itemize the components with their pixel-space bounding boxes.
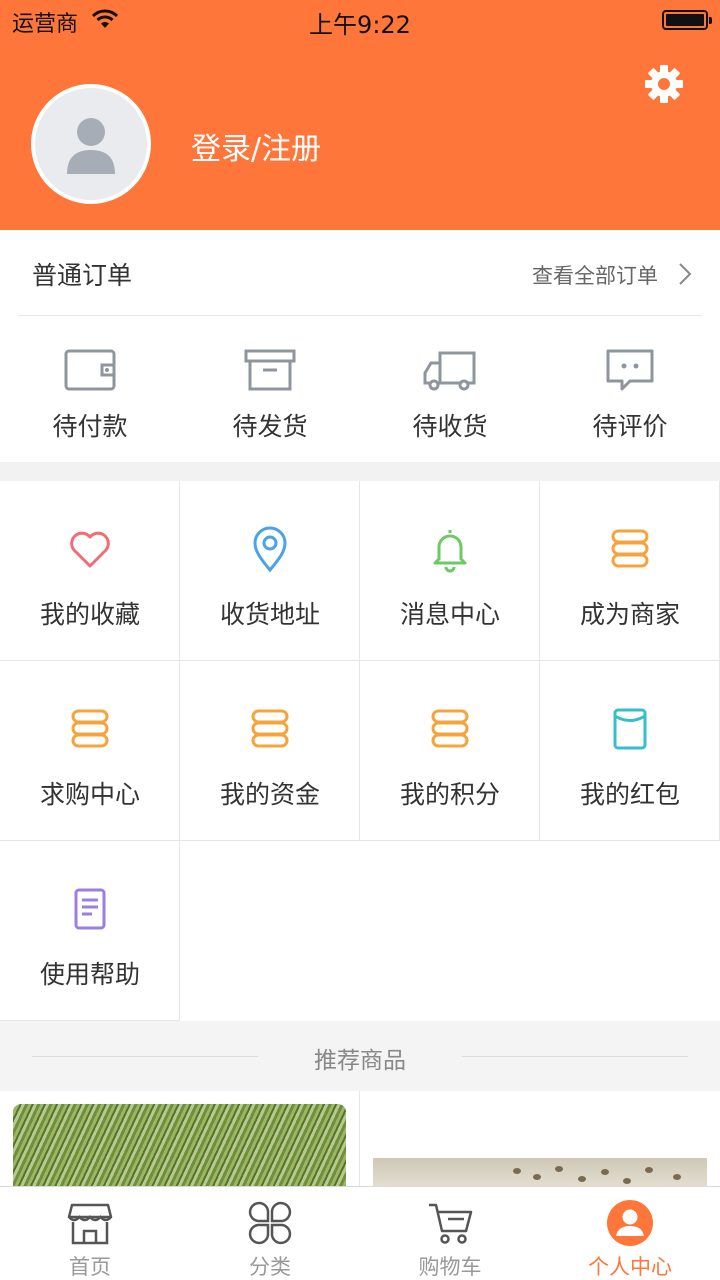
product-image[interactable] xyxy=(13,1104,346,1191)
service-favorites[interactable]: 我的收藏 xyxy=(0,481,180,661)
services-grid: 我的收藏 收货地址 消息中心 成为商家 求购中心 我的资金 我的积分 我的红包 … xyxy=(0,481,720,1021)
order-label: 待收货 xyxy=(412,412,488,441)
service-red-packet[interactable]: 我的红包 xyxy=(540,661,720,841)
order-pending-review[interactable]: 待评价 xyxy=(540,345,720,443)
status-bar: 运营商 上午9:22 xyxy=(0,0,720,40)
tab-category[interactable]: 分类 xyxy=(180,1187,360,1280)
service-label: 成为商家 xyxy=(579,600,680,629)
bottom-tab-bar: 首页 分类 购物车 个人中心 xyxy=(0,1186,720,1280)
service-label: 我的收藏 xyxy=(39,600,140,629)
service-funds[interactable]: 我的资金 xyxy=(180,661,360,841)
service-label: 收货地址 xyxy=(219,600,320,629)
truck-icon xyxy=(423,351,476,391)
tab-label: 分类 xyxy=(249,1255,291,1279)
order-pending-receipt[interactable]: 待收货 xyxy=(360,345,540,443)
service-label: 我的资金 xyxy=(219,780,320,809)
heart-icon xyxy=(70,531,110,568)
service-label: 消息中心 xyxy=(399,600,500,629)
bell-icon xyxy=(433,530,467,573)
coin-stack-icon xyxy=(611,529,649,568)
service-label: 我的积分 xyxy=(399,780,500,809)
tab-label: 购物车 xyxy=(418,1255,482,1279)
divider xyxy=(462,1056,688,1057)
wallet-icon xyxy=(64,349,116,391)
service-label: 求购中心 xyxy=(39,780,140,809)
service-purchase-center[interactable]: 求购中心 xyxy=(0,661,180,841)
coin-stack-icon xyxy=(431,709,469,748)
red-packet-icon xyxy=(613,708,647,750)
coin-stack-icon xyxy=(251,709,289,748)
recommended-header: 推荐商品 xyxy=(0,1021,720,1091)
tab-label: 首页 xyxy=(69,1255,111,1279)
order-label: 待发货 xyxy=(232,412,308,441)
chevron-right-icon[interactable] xyxy=(678,262,692,286)
order-pending-payment[interactable]: 待付款 xyxy=(0,345,180,443)
divider xyxy=(18,315,702,316)
service-points[interactable]: 我的积分 xyxy=(360,661,540,841)
coin-stack-icon xyxy=(71,709,109,748)
battery-icon xyxy=(662,10,712,30)
divider xyxy=(359,1091,360,1191)
service-label: 我的红包 xyxy=(579,780,680,809)
service-help[interactable]: 使用帮助 xyxy=(0,841,180,1021)
orders-section: 普通订单 查看全部订单 待付款 待发货 待收货 待评价 xyxy=(0,230,720,462)
settings-gear-icon[interactable] xyxy=(644,64,684,104)
product-list xyxy=(0,1091,720,1191)
grid-category-icon xyxy=(248,1201,292,1245)
box-icon xyxy=(244,349,296,391)
comment-icon xyxy=(606,349,654,391)
recommended-title: 推荐商品 xyxy=(314,1048,406,1074)
tab-profile[interactable]: 个人中心 xyxy=(540,1187,720,1280)
view-all-orders-link[interactable]: 查看全部订单 xyxy=(532,260,658,290)
clock-label: 上午9:22 xyxy=(309,11,411,39)
orders-title: 普通订单 xyxy=(32,261,133,290)
shop-icon xyxy=(67,1203,113,1245)
cart-icon xyxy=(429,1203,473,1244)
document-icon xyxy=(74,888,106,930)
tab-cart[interactable]: 购物车 xyxy=(360,1187,540,1280)
tab-label: 个人中心 xyxy=(588,1255,672,1279)
default-user-icon xyxy=(67,118,115,174)
location-pin-icon xyxy=(253,526,287,573)
tab-home[interactable]: 首页 xyxy=(0,1187,180,1280)
service-messages[interactable]: 消息中心 xyxy=(360,481,540,661)
profile-header: 运营商 上午9:22 登录/注册 xyxy=(0,0,720,230)
service-address[interactable]: 收货地址 xyxy=(180,481,360,661)
service-label: 使用帮助 xyxy=(39,960,140,989)
order-label: 待付款 xyxy=(52,412,128,441)
login-register-link[interactable]: 登录/注册 xyxy=(191,124,321,168)
avatar[interactable] xyxy=(31,84,151,204)
user-center-icon xyxy=(607,1200,653,1246)
order-label: 待评价 xyxy=(592,412,668,441)
order-pending-shipment[interactable]: 待发货 xyxy=(180,345,360,443)
service-become-merchant[interactable]: 成为商家 xyxy=(540,481,720,661)
